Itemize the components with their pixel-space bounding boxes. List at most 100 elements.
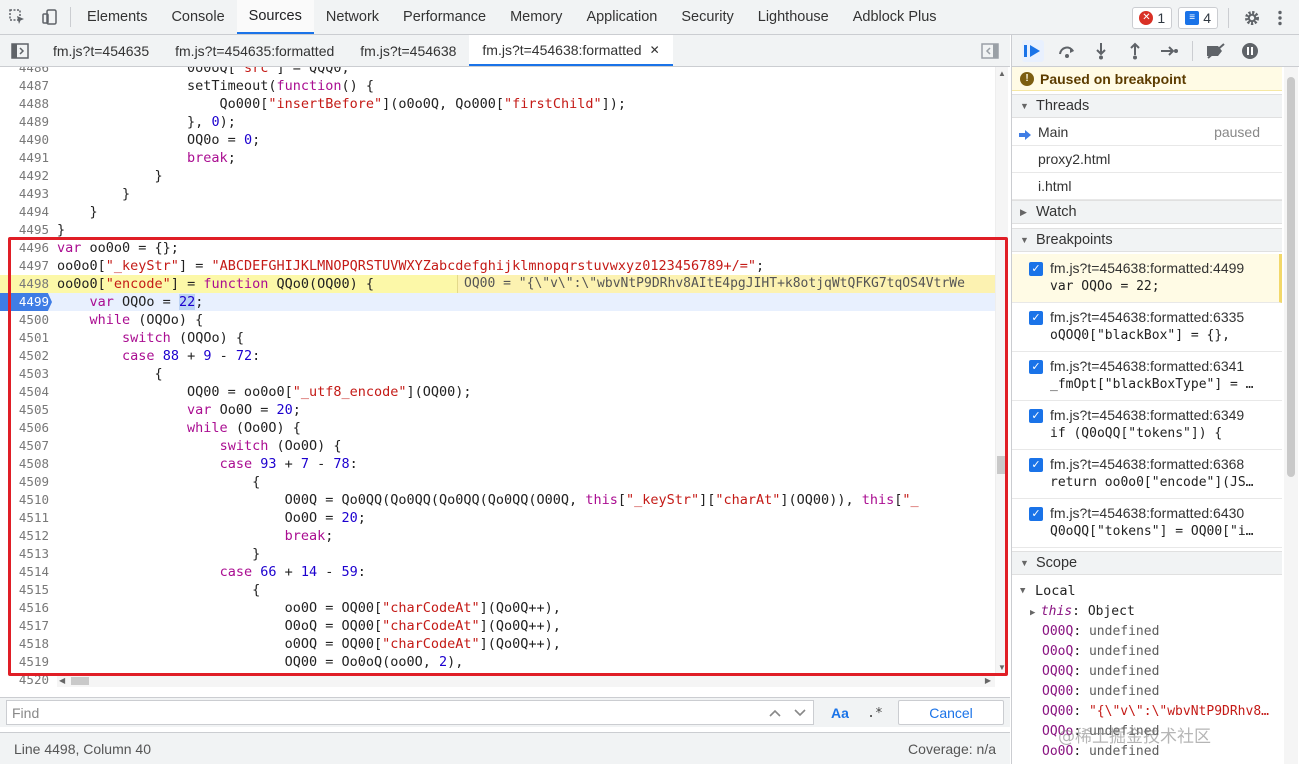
more-options-icon[interactable] (1271, 9, 1289, 27)
tab-performance[interactable]: Performance (391, 0, 498, 34)
code-line[interactable]: 4491 break; (0, 149, 995, 167)
line-number[interactable]: 4492 (0, 167, 52, 185)
thread-item[interactable]: Main paused (1012, 119, 1282, 146)
match-case-button[interactable]: Aa (826, 701, 854, 725)
settings-gear-icon[interactable] (1239, 9, 1265, 27)
code-line[interactable]: 4499 var OQOo = 22; (0, 293, 995, 311)
device-toolbar-icon[interactable] (33, 0, 66, 34)
code-line[interactable]: 4517 O0oQ = OQ00["charCodeAt"](Qo0Q++), (0, 617, 995, 635)
code-line[interactable]: 4508 case 93 + 7 - 78: (0, 455, 995, 473)
line-number[interactable]: 4495 (0, 221, 52, 239)
line-number[interactable]: 4517 (0, 617, 52, 635)
breakpoint-item[interactable]: ✓ fm.js?t=454638:formatted:6335 oQOQ0["bla… (1012, 303, 1282, 352)
breakpoint-checkbox[interactable]: ✓ (1029, 507, 1043, 521)
code-line[interactable]: 4509 { (0, 473, 995, 491)
regex-button[interactable]: .* (864, 701, 886, 725)
breakpoint-item[interactable]: ✓ fm.js?t=454638:formatted:4499 var OQOo =… (1012, 254, 1282, 303)
deactivate-breakpoints-icon[interactable] (1205, 40, 1227, 62)
scope-section-header[interactable]: ▼ Scope (1012, 551, 1282, 575)
scroll-right-icon[interactable]: ▶ (985, 676, 991, 685)
breakpoint-checkbox[interactable]: ✓ (1029, 311, 1043, 325)
code-line[interactable]: 4487 setTimeout(function() { (0, 77, 995, 95)
scope-variable-row[interactable]: OQ00: undefined (1012, 682, 1282, 702)
line-number[interactable]: 4509 (0, 473, 52, 491)
scope-this-row[interactable]: ▶ this: Object (1012, 602, 1282, 622)
breakpoint-item[interactable]: ✓ fm.js?t=454638:formatted:6430 Q0oQQ["tok… (1012, 499, 1282, 548)
line-number[interactable]: 4507 (0, 437, 52, 455)
line-number[interactable]: 4497 (0, 257, 52, 275)
code-line[interactable]: 4507 switch (Oo0O) { (0, 437, 995, 455)
line-number[interactable]: 4508 (0, 455, 52, 473)
find-next-icon[interactable] (791, 701, 809, 725)
scroll-up-icon[interactable]: ▲ (998, 69, 1006, 78)
tab-lighthouse[interactable]: Lighthouse (746, 0, 841, 34)
code-line[interactable]: 4510 O00Q = Qo0QQ(Qo0QQ(Qo0QQ(Qo0QQ(O00Q… (0, 491, 995, 509)
pause-on-exceptions-icon[interactable] (1239, 40, 1261, 62)
scroll-down-icon[interactable]: ▼ (998, 663, 1006, 672)
line-number[interactable]: 4505 (0, 401, 52, 419)
breakpoint-checkbox[interactable]: ✓ (1029, 409, 1043, 423)
thread-item[interactable]: i.html (1012, 173, 1282, 200)
line-number[interactable]: 4496 (0, 239, 52, 257)
file-tab[interactable]: fm.js?t=454635:formatted (162, 35, 347, 66)
editor-horizontal-scrollbar[interactable]: ◀ ▶ (57, 675, 995, 687)
breakpoint-item[interactable]: ✓ fm.js?t=454638:formatted:6341 _fmOpt["bl… (1012, 352, 1282, 401)
code-line[interactable]: 4516 oo0O = OQ00["charCodeAt"](Qo0Q++), (0, 599, 995, 617)
close-tab-icon[interactable]: ✕ (650, 43, 660, 57)
line-number[interactable]: 4489 (0, 113, 52, 131)
step-over-icon[interactable] (1056, 40, 1078, 62)
code-line[interactable]: 4488 Qo000["insertBefore"](o0o0Q, Qo000[… (0, 95, 995, 113)
threads-section-header[interactable]: ▼ Threads (1012, 94, 1282, 118)
code-line[interactable]: 4513 } (0, 545, 995, 563)
tab-network[interactable]: Network (314, 0, 391, 34)
file-tab[interactable]: fm.js?t=454638 (347, 35, 469, 66)
line-number[interactable]: 4490 (0, 131, 52, 149)
code-line[interactable]: 4496 var oo0o0 = {}; (0, 239, 995, 257)
code-line[interactable]: 4512 break; (0, 527, 995, 545)
code-line[interactable]: 4494 } (0, 203, 995, 221)
tab-application[interactable]: Application (574, 0, 669, 34)
code-line[interactable]: 4518 o0OQ = OQ00["charCodeAt"](Qo0Q++), (0, 635, 995, 653)
code-line[interactable]: 4515 { (0, 581, 995, 599)
line-number[interactable]: 4513 (0, 545, 52, 563)
line-number[interactable]: 4506 (0, 419, 52, 437)
line-number[interactable]: 4515 (0, 581, 52, 599)
coverage-status[interactable]: Coverage: n/a (908, 741, 996, 757)
line-number[interactable]: 4500 (0, 311, 52, 329)
code-line[interactable]: 4505 var Oo0O = 20; (0, 401, 995, 419)
breakpoint-item[interactable]: ✓ fm.js?t=454638:formatted:6349 if (Q0oQQ[… (1012, 401, 1282, 450)
tab-sources[interactable]: Sources (236, 0, 314, 34)
code-line[interactable]: 4492 } (0, 167, 995, 185)
code-line[interactable]: 4504 OQ00 = oo0o0["_utf8_encode"](OQ00); (0, 383, 995, 401)
errors-badge[interactable]: ✕ 1 (1132, 6, 1173, 29)
line-number[interactable]: 4502 (0, 347, 52, 365)
code-editor[interactable]: 4486 0o0oQ["src"] = QQQ0; 4487 setTimeout… (0, 67, 1010, 687)
toggle-navigator-icon[interactable] (0, 35, 40, 66)
line-number[interactable]: 4493 (0, 185, 52, 203)
line-number[interactable]: 4504 (0, 383, 52, 401)
line-number[interactable]: 4486 (0, 67, 52, 77)
cancel-button[interactable]: Cancel (898, 700, 1004, 725)
line-number[interactable]: 4503 (0, 365, 52, 383)
breakpoint-marker[interactable]: 4499 (0, 293, 52, 311)
sidebar-scrollbar[interactable] (1284, 67, 1298, 764)
scroll-left-icon[interactable]: ◀ (59, 676, 65, 685)
step-out-icon[interactable] (1124, 40, 1146, 62)
code-line[interactable]: 4486 0o0oQ["src"] = QQQ0; (0, 67, 995, 77)
line-number[interactable]: 4510 (0, 491, 52, 509)
tab-memory[interactable]: Memory (498, 0, 574, 34)
scope-variable-row[interactable]: OQ0Q: undefined (1012, 662, 1282, 682)
code-line[interactable]: OQ00 = "{\"v\":\"wbvNtP9DRhv8AItE4pgJIHT… (0, 275, 995, 293)
scope-variable-row[interactable]: O0oQ: undefined (1012, 642, 1282, 662)
code-line[interactable]: 4497 oo0o0["_keyStr"] = "ABCDEFGHIJKLMNOP… (0, 257, 995, 275)
line-number[interactable]: 4487 (0, 77, 52, 95)
scope-variable-row[interactable]: O00Q: undefined (1012, 622, 1282, 642)
tab-adblock-plus[interactable]: Adblock Plus (841, 0, 949, 34)
code-line[interactable]: 4493 } (0, 185, 995, 203)
step-icon[interactable] (1158, 40, 1180, 62)
line-number[interactable]: 4491 (0, 149, 52, 167)
resume-icon[interactable] (1022, 39, 1044, 62)
scope-variable-row[interactable]: OQ00: "{\"v\":\"wbvNtP9DRhv8… (1012, 702, 1282, 722)
line-number[interactable]: 4516 (0, 599, 52, 617)
line-number[interactable]: 4501 (0, 329, 52, 347)
